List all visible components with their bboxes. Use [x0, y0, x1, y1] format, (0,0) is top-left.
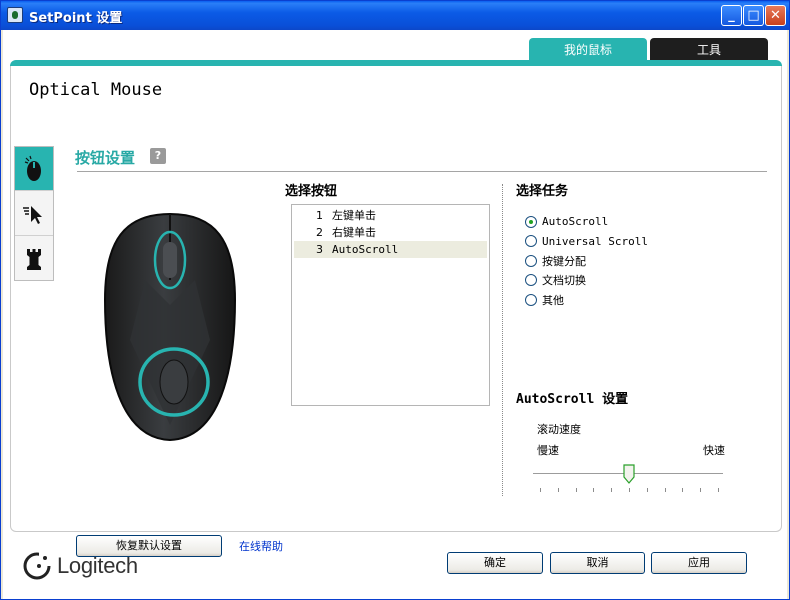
- window-title: SetPoint 设置: [29, 11, 123, 26]
- radio-button[interactable]: [525, 274, 537, 287]
- mouse-illustration: [95, 210, 245, 444]
- side-tab-game[interactable]: [15, 237, 53, 281]
- column-divider: [502, 184, 503, 496]
- list-item-selected[interactable]: 3 AutoScroll: [294, 241, 487, 258]
- chess-rook-icon: [27, 249, 41, 270]
- section-title: 按钮设置: [75, 149, 136, 167]
- pointer-speed-icon: [23, 205, 42, 224]
- maximize-button[interactable]: □: [743, 5, 764, 26]
- setpoint-window: SetPoint 设置 _ □ ✕ 我的鼠标 工具 Optical Mouse: [0, 0, 790, 600]
- logo-text: Logitech: [57, 553, 138, 578]
- settings-panel: Optical Mouse 按钮设置 ? 选择按钮 1 左键单击 2 右键单击 …: [10, 66, 782, 557]
- minimize-button[interactable]: _: [721, 5, 742, 26]
- slider-tick: [575, 488, 577, 492]
- side-tab-buttons[interactable]: [15, 147, 53, 191]
- logitech-logo: Logitech: [23, 551, 138, 581]
- apply-button[interactable]: 应用: [651, 552, 747, 574]
- ok-button[interactable]: 确定: [447, 552, 543, 574]
- slider-tick: [593, 488, 595, 492]
- side-tabs: [14, 146, 54, 281]
- radio-button[interactable]: [525, 254, 537, 267]
- radio-button[interactable]: [525, 215, 537, 228]
- list-item-number: 3: [316, 243, 323, 256]
- title-bar[interactable]: SetPoint 设置 _ □ ✕: [1, 1, 789, 30]
- radio-label: 其他: [542, 293, 564, 307]
- side-tab-pointer[interactable]: [15, 192, 53, 236]
- radio-label: 按键分配: [542, 254, 586, 268]
- list-item[interactable]: 2 右键单击: [294, 224, 487, 241]
- tab-tools[interactable]: 工具: [650, 38, 768, 62]
- mouse-icon: [24, 155, 41, 181]
- fast-label: 快速: [703, 444, 725, 457]
- slider-tick: [664, 488, 666, 492]
- device-name: Optical Mouse: [29, 80, 163, 100]
- client-area: 我的鼠标 工具 Optical Mouse 按钮设置 ? 选择按钮 1 左键单击…: [3, 30, 787, 599]
- slider-tick: [540, 488, 541, 492]
- list-item-label: 左键单击: [332, 209, 376, 222]
- radio-option-key-assign[interactable]: 按键分配: [525, 251, 648, 271]
- section-divider: [77, 171, 767, 172]
- logitech-mark-icon: [23, 552, 51, 580]
- slider-tick: [629, 488, 630, 492]
- slider-tick: [557, 488, 559, 492]
- select-button-heading: 选择按钮: [285, 184, 338, 199]
- list-item[interactable]: 1 左键单击: [294, 207, 487, 224]
- slider-tick: [700, 488, 702, 492]
- app-icon: [7, 7, 23, 23]
- radio-label: AutoScroll: [542, 215, 609, 229]
- radio-option-autoscroll[interactable]: AutoScroll: [525, 212, 648, 232]
- scroll-speed-label: 滚动速度: [537, 423, 581, 436]
- autoscroll-settings-heading: AutoScroll 设置: [516, 392, 629, 407]
- slow-label: 慢速: [537, 444, 559, 457]
- cancel-button[interactable]: 取消: [550, 552, 645, 574]
- list-item-label: AutoScroll: [332, 243, 399, 256]
- select-task-heading: 选择任务: [516, 184, 569, 199]
- task-radio-group: AutoScroll Universal Scroll 按键分配 文档切换 其他: [525, 212, 648, 310]
- radio-option-other[interactable]: 其他: [525, 290, 648, 310]
- button-list[interactable]: 1 左键单击 2 右键单击 3 AutoScroll: [291, 204, 490, 406]
- list-item-label: 右键单击: [332, 226, 376, 239]
- radio-button[interactable]: [525, 235, 537, 248]
- slider-tick: [718, 488, 719, 492]
- list-item-number: 2: [316, 226, 323, 239]
- radio-option-universal-scroll[interactable]: Universal Scroll: [525, 232, 648, 252]
- list-item-number: 1: [316, 209, 323, 222]
- slider-tick: [611, 488, 613, 492]
- radio-option-doc-switch[interactable]: 文档切换: [525, 271, 648, 291]
- close-button[interactable]: ✕: [765, 5, 786, 26]
- slider-tick: [646, 488, 648, 492]
- online-help-link[interactable]: 在线帮助: [239, 538, 283, 554]
- radio-label: 文档切换: [542, 274, 586, 288]
- speed-slider-thumb[interactable]: [623, 464, 635, 484]
- slider-tick: [682, 488, 684, 492]
- radio-button[interactable]: [525, 293, 537, 306]
- tab-my-mouse[interactable]: 我的鼠标: [529, 38, 647, 62]
- help-icon[interactable]: ?: [150, 148, 166, 164]
- radio-label: Universal Scroll: [542, 234, 648, 248]
